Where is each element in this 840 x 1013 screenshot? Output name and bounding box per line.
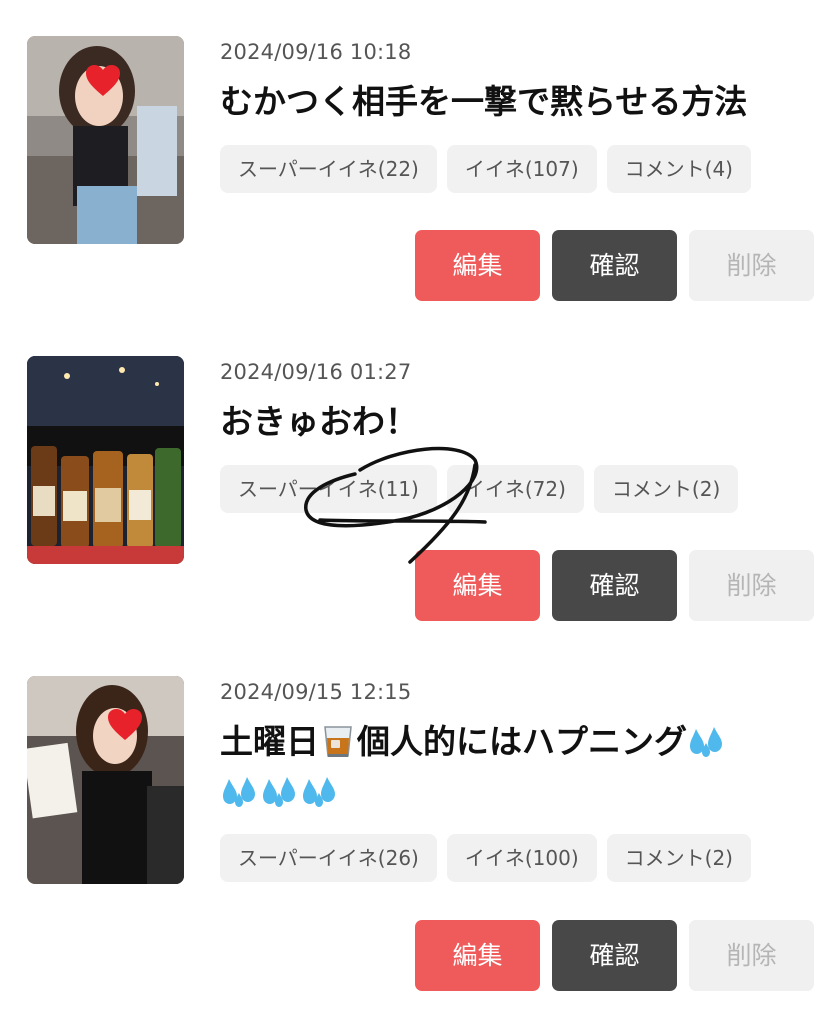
post-date: 2024/09/15 12:15: [220, 680, 412, 704]
sweat-droplets-icon: [301, 775, 339, 820]
confirm-button[interactable]: 確認: [552, 550, 677, 621]
post-date: 2024/09/16 01:27: [220, 360, 412, 384]
like-count[interactable]: イイネ(100): [446, 834, 597, 882]
edit-button[interactable]: 編集: [415, 920, 540, 991]
sweat-droplets-icon: [261, 775, 299, 820]
comment-count[interactable]: コメント(2): [606, 834, 751, 882]
post-date: 2024/09/16 10:18: [220, 40, 412, 64]
heart-icon: [108, 709, 142, 740]
edit-button[interactable]: 編集: [415, 230, 540, 301]
delete-button[interactable]: 削除: [689, 550, 814, 621]
super-like-count[interactable]: スーパーイイネ(22): [220, 145, 437, 193]
edit-button[interactable]: 編集: [415, 550, 540, 621]
heart-icon: [86, 65, 120, 96]
sweat-droplets-icon: [688, 725, 726, 770]
like-count[interactable]: イイネ(72): [446, 465, 584, 513]
post-stats: スーパーイイネ(26) イイネ(100) コメント(2): [220, 834, 751, 882]
post-title[interactable]: むかつく相手を一撃で黙らせる方法: [220, 80, 820, 124]
whiskey-glass-icon: [320, 723, 356, 770]
delete-button[interactable]: 削除: [689, 920, 814, 991]
post-thumbnail[interactable]: [27, 356, 184, 564]
sweat-droplets-icon: [221, 775, 259, 820]
confirm-button[interactable]: 確認: [552, 920, 677, 991]
post-title[interactable]: おきゅおわ！: [220, 400, 820, 444]
confirm-button[interactable]: 確認: [552, 230, 677, 301]
post-thumbnail[interactable]: [27, 676, 184, 884]
post-actions: 編集 確認 削除: [415, 550, 814, 621]
super-like-count[interactable]: スーパーイイネ(11): [220, 465, 437, 513]
post-title-part: 個人的にはハプニング: [357, 722, 687, 761]
super-like-count[interactable]: スーパーイイネ(26): [220, 834, 437, 882]
post-title[interactable]: 土曜日 個人的にはハプニング: [220, 720, 820, 820]
post-stats: スーパーイイネ(22) イイネ(107) コメント(4): [220, 145, 751, 193]
comment-count[interactable]: コメント(2): [593, 465, 739, 513]
post-thumbnail[interactable]: [27, 36, 184, 244]
post-actions: 編集 確認 削除: [415, 920, 814, 991]
delete-button[interactable]: 削除: [689, 230, 814, 301]
comment-count[interactable]: コメント(4): [606, 145, 751, 193]
post-title-part: 土曜日: [220, 722, 319, 761]
post-actions: 編集 確認 削除: [415, 230, 814, 301]
post-stats: スーパーイイネ(11) イイネ(72) コメント(2): [220, 465, 739, 513]
like-count[interactable]: イイネ(107): [446, 145, 597, 193]
